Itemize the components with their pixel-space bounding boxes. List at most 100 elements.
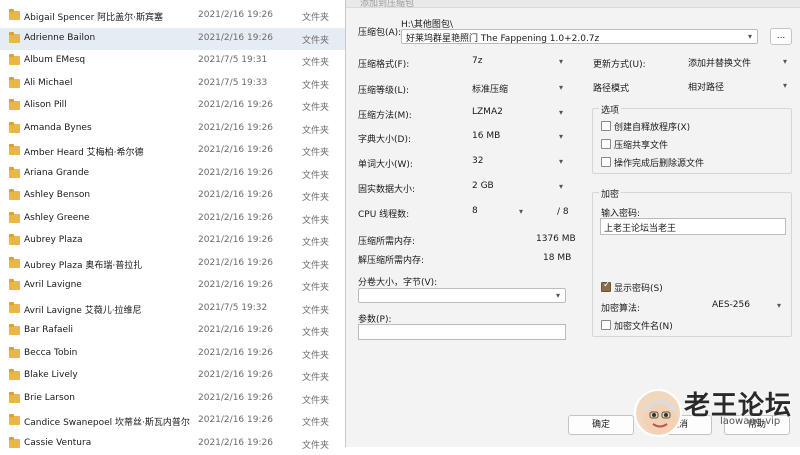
archive-name-combo[interactable]: 好莱坞群星艳照门 The Fappening 1.0+2.0.7z ▾ xyxy=(401,29,758,44)
file-row[interactable]: Avril Lavigne 2021/2/16 19:26 文件夹 xyxy=(0,275,352,297)
format-select[interactable]: 7z ▾ xyxy=(468,55,568,70)
folder-icon xyxy=(9,414,20,425)
folder-icon xyxy=(9,166,20,178)
level-value: 标准压缩 xyxy=(472,85,509,95)
mem-comp-value: 1376 MB xyxy=(536,234,576,244)
chevron-down-icon: ▾ xyxy=(558,182,563,191)
shared-checkbox[interactable] xyxy=(601,139,611,149)
shared-label: 压缩共享文件 xyxy=(614,141,669,151)
file-row[interactable]: Aubrey Plaza 2021/2/16 19:26 文件夹 xyxy=(0,230,352,252)
format-value: 7z xyxy=(472,56,483,66)
dict-select[interactable]: 16 MB ▾ xyxy=(468,130,568,145)
file-date: 2021/2/16 19:26 xyxy=(198,347,273,358)
file-row[interactable]: Brie Larson 2021/2/16 19:26 文件夹 xyxy=(0,388,352,410)
params-input[interactable] xyxy=(358,324,566,340)
pathmode-select[interactable]: 相对路径 ▾ xyxy=(684,79,792,94)
file-type: 文件夹 xyxy=(302,215,330,226)
file-type: 文件夹 xyxy=(302,283,330,293)
folder-icon xyxy=(9,211,20,223)
method-select[interactable]: LZMA2 ▾ xyxy=(468,106,568,121)
file-date: 2021/2/16 19:26 xyxy=(198,190,273,200)
file-name: Adrienne Bailon xyxy=(24,32,96,43)
file-type: 文件夹 xyxy=(302,328,330,338)
level-select[interactable]: 标准压缩 ▾ xyxy=(468,81,568,96)
chevron-down-icon: ▾ xyxy=(518,207,523,216)
enc-method-select[interactable]: AES-256 ▾ xyxy=(708,299,786,314)
file-row[interactable]: Bar Rafaeli 2021/2/16 19:26 文件夹 xyxy=(0,320,352,342)
file-date: 2021/2/16 19:26 xyxy=(198,167,273,178)
file-row[interactable]: Avril Lavigne 艾薇儿·拉维尼 2021/7/5 19:32 文件夹 xyxy=(0,298,352,320)
file-name: Ashley Greene xyxy=(24,212,90,223)
file-name: Album EMesq xyxy=(24,55,86,65)
file-type: 文件夹 xyxy=(302,305,330,316)
ok-button[interactable]: 确定 xyxy=(568,415,634,435)
threads-label: CPU 线程数: xyxy=(358,210,410,220)
file-date: 2021/7/5 19:31 xyxy=(198,55,268,65)
dialog-titlebar[interactable]: 添加到压缩包 xyxy=(346,0,800,8)
sfx-checkbox[interactable] xyxy=(601,121,611,131)
file-row[interactable]: Ariana Grande 2021/2/16 19:26 文件夹 xyxy=(0,163,352,185)
split-combo[interactable]: ▾ xyxy=(358,288,566,303)
delete-checkbox[interactable] xyxy=(601,157,611,167)
password-input[interactable]: 上老王论坛当老王 xyxy=(600,218,786,235)
browse-button[interactable]: ... xyxy=(770,28,792,45)
file-date: 2021/7/5 19:33 xyxy=(198,77,268,88)
delete-label: 操作完成后删除源文件 xyxy=(614,159,705,169)
dialog-title: 添加到压缩包 xyxy=(360,0,415,8)
file-date: 2021/2/16 19:26 xyxy=(198,122,273,133)
file-name: Candice Swanepoel 坎蒂丝·斯瓦内普尔 xyxy=(24,418,190,428)
file-row[interactable]: Amanda Bynes 2021/2/16 19:26 文件夹 xyxy=(0,118,352,140)
chevron-down-icon: ▾ xyxy=(558,83,563,92)
word-select[interactable]: 32 ▾ xyxy=(468,155,568,170)
file-type: 文件夹 xyxy=(302,103,330,113)
file-type: 文件夹 xyxy=(302,440,330,451)
file-name: Ariana Grande xyxy=(24,167,90,178)
file-type: 文件夹 xyxy=(302,193,330,203)
chevron-down-icon: ▾ xyxy=(558,132,563,141)
file-row[interactable]: Blake Lively 2021/2/16 19:26 文件夹 xyxy=(0,365,352,387)
file-type: 文件夹 xyxy=(302,125,330,136)
file-row[interactable]: Amber Heard 艾梅柏·希尔德 2021/2/16 19:26 文件夹 xyxy=(0,140,352,162)
update-label: 更新方式(U): xyxy=(593,60,646,70)
encrypt-names-checkbox[interactable] xyxy=(601,320,611,330)
file-name: Abigail Spencer 阿比盖尔·斯宾塞 xyxy=(24,13,164,23)
file-date: 2021/2/16 19:26 xyxy=(198,32,273,43)
file-row[interactable]: Ashley Greene 2021/2/16 19:26 文件夹 xyxy=(0,208,352,230)
file-type: 文件夹 xyxy=(302,350,330,361)
mem-comp-label: 压缩所需内存: xyxy=(358,237,416,247)
update-select[interactable]: 添加并替换文件 ▾ xyxy=(684,55,792,70)
file-name: Cassie Ventura xyxy=(24,437,92,448)
file-type: 文件夹 xyxy=(302,238,330,248)
file-row[interactable]: Abigail Spencer 阿比盖尔·斯宾塞 2021/2/16 19:26 文… xyxy=(0,5,352,27)
file-name: Amanda Bynes xyxy=(24,122,92,133)
folder-icon xyxy=(9,301,20,313)
word-label: 单词大小(W): xyxy=(358,160,413,170)
file-row[interactable]: Ali Michael 2021/7/5 19:33 文件夹 xyxy=(0,73,352,95)
file-date: 2021/7/5 19:32 xyxy=(198,302,268,313)
threads-select[interactable]: 8 ▾ xyxy=(468,205,528,220)
file-row[interactable]: Becca Tobin 2021/2/16 19:26 文件夹 xyxy=(0,343,352,365)
sfx-label: 创建自释放程序(X) xyxy=(614,123,691,133)
show-password-checkbox[interactable] xyxy=(601,280,611,292)
solid-select[interactable]: 2 GB ▾ xyxy=(468,180,568,195)
options-title: 选项 xyxy=(599,103,622,116)
file-type: 文件夹 xyxy=(302,260,330,271)
file-row[interactable]: Adrienne Bailon 2021/2/16 19:26 文件夹 xyxy=(0,27,352,50)
folder-icon xyxy=(9,324,20,335)
file-row[interactable]: Candice Swanepoel 坎蒂丝·斯瓦内普尔 2021/2/16 19:… xyxy=(0,410,352,432)
file-type: 文件夹 xyxy=(302,35,330,46)
file-row[interactable]: Alison Pill 2021/2/16 19:26 文件夹 xyxy=(0,95,352,117)
archive-label: 压缩包(A): xyxy=(358,28,402,38)
enc-method-label: 加密算法: xyxy=(601,304,641,314)
split-label: 分卷大小，字节(V): xyxy=(358,278,438,288)
encryption-title: 加密 xyxy=(599,187,622,200)
file-date: 2021/2/16 19:26 xyxy=(198,280,273,290)
file-row[interactable]: Cassie Ventura 2021/2/16 19:26 文件夹 xyxy=(0,433,352,455)
folder-icon xyxy=(9,256,20,268)
file-row[interactable]: Aubrey Plaza 奥布瑞·普拉扎 2021/2/16 19:26 文件夹 xyxy=(0,253,352,275)
file-row[interactable]: Album EMesq 2021/7/5 19:31 文件夹 xyxy=(0,50,352,72)
file-date: 2021/2/16 19:26 xyxy=(198,392,273,403)
file-date: 2021/2/16 19:26 xyxy=(198,100,273,110)
chevron-down-icon: ▾ xyxy=(555,291,560,300)
file-row[interactable]: Ashley Benson 2021/2/16 19:26 文件夹 xyxy=(0,185,352,207)
